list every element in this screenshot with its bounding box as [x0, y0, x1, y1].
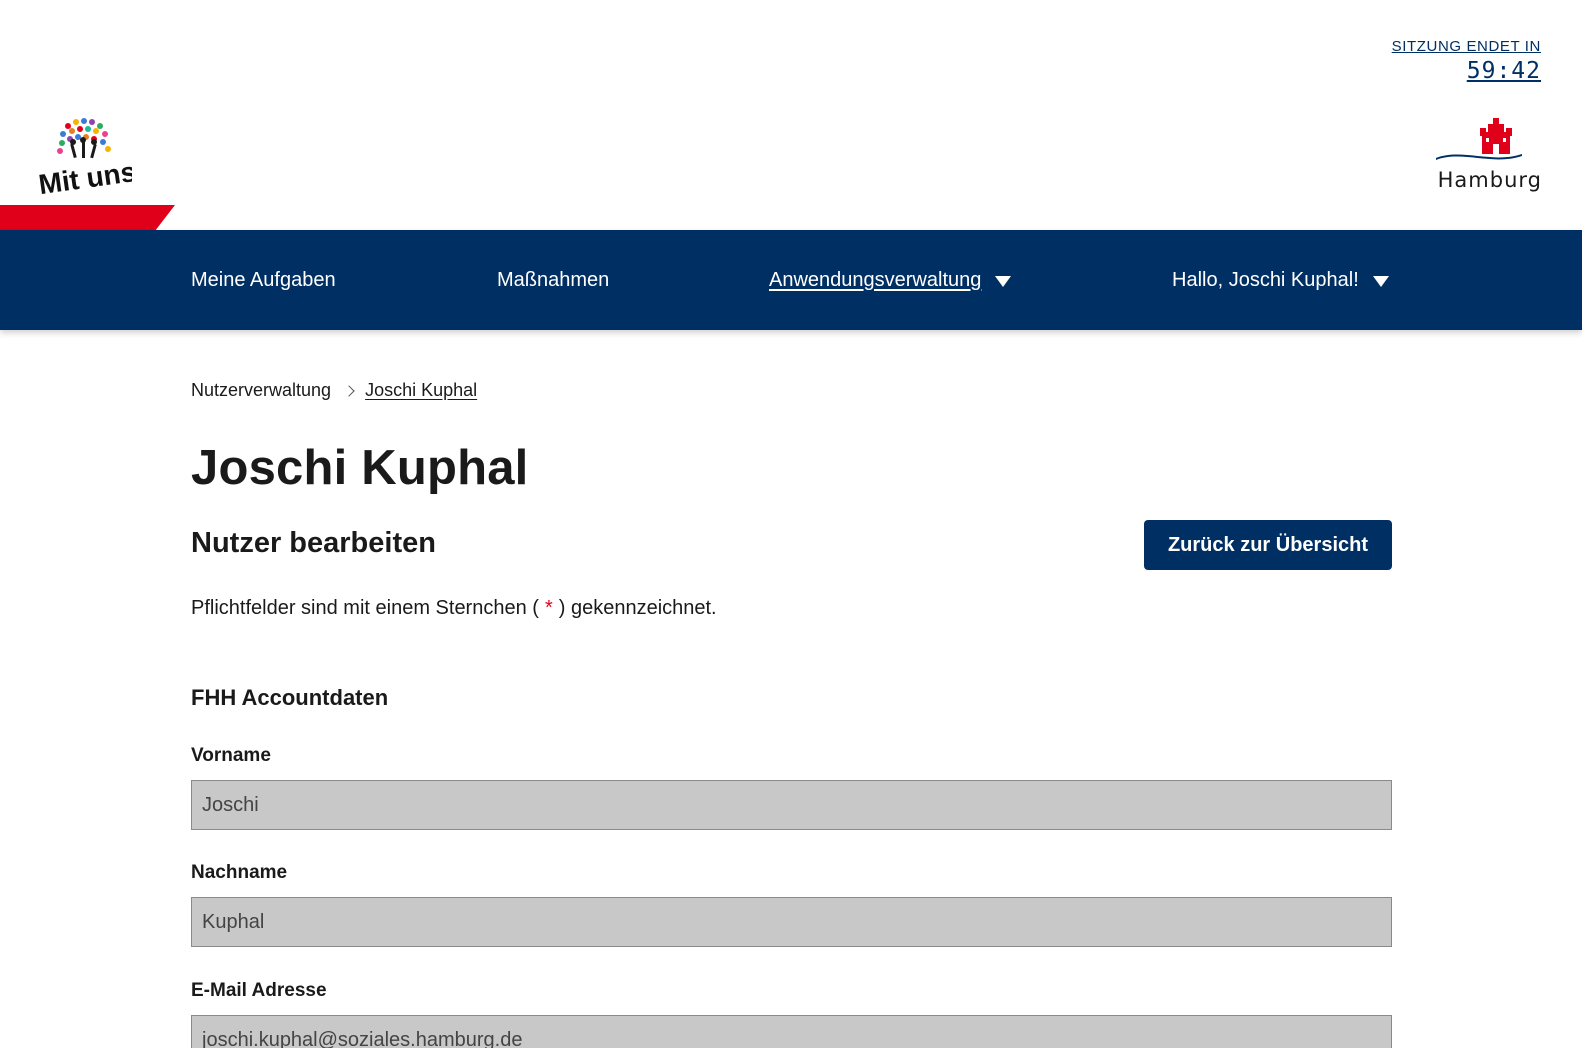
hamburg-logo[interactable]: Hamburg	[1432, 118, 1542, 192]
svg-text:Mit uns!: Mit uns!	[37, 155, 132, 194]
last-name-field[interactable]	[191, 897, 1392, 947]
breadcrumb: Nutzerverwaltung Joschi Kuphal	[191, 380, 477, 401]
back-to-overview-button[interactable]: Zurück zur Übersicht	[1144, 520, 1392, 570]
hamburg-castle-icon	[1436, 118, 1522, 160]
nav-item-anwendungsverwaltung[interactable]: Anwendungsverwaltung	[769, 230, 1012, 330]
main-navigation: Meine Aufgaben Maßnahmen Anwendungsverwa…	[0, 230, 1582, 330]
caret-down-icon	[995, 275, 1012, 287]
nav-item-user-menu[interactable]: Hallo, Joschi Kuphal!	[1172, 230, 1389, 330]
nav-item-meine-aufgaben[interactable]: Meine Aufgaben	[191, 230, 336, 330]
page: SITZUNG ENDET IN 59:42 Mit uns! Hamburg …	[0, 0, 1582, 1048]
first-name-label: Vorname	[191, 745, 271, 766]
nav-label: Anwendungsverwaltung	[769, 268, 982, 291]
nav-item-massnahmen[interactable]: Maßnahmen	[497, 230, 609, 330]
session-timer[interactable]: SITZUNG ENDET IN 59:42	[1392, 38, 1541, 84]
page-title: Joschi Kuphal	[191, 441, 529, 495]
breadcrumb-current[interactable]: Joschi Kuphal	[365, 380, 477, 401]
nav-label: Maßnahmen	[497, 268, 610, 291]
hamburg-logo-text: Hamburg	[1437, 168, 1542, 192]
mit-uns-logo[interactable]: Mit uns!	[36, 116, 147, 200]
session-label[interactable]: SITZUNG ENDET IN	[1392, 38, 1541, 55]
email-label: E-Mail Adresse	[191, 980, 327, 1001]
first-name-field[interactable]	[191, 780, 1392, 830]
last-name-label: Nachname	[191, 862, 288, 883]
caret-down-icon	[1372, 275, 1389, 287]
mit-uns-logo-graphic: Mit uns!	[37, 118, 147, 200]
fieldset-title: FHH Accountdaten	[191, 685, 389, 710]
nav-label: Hallo, Joschi Kuphal!	[1172, 268, 1359, 291]
breadcrumb-parent[interactable]: Nutzerverwaltung	[191, 380, 331, 401]
required-star: *	[544, 597, 553, 619]
required-note-text-before: Pflichtfelder sind mit einem Sternchen (	[191, 597, 539, 619]
section-title: Nutzer bearbeiten	[191, 527, 436, 559]
required-fields-note: Pflichtfelder sind mit einem Sternchen (…	[191, 597, 717, 620]
required-note-text-after: ) gekennzeichnet.	[558, 597, 717, 619]
chevron-right-icon	[343, 384, 355, 397]
nav-label: Meine Aufgaben	[191, 268, 336, 291]
session-time[interactable]: 59:42	[1467, 58, 1541, 84]
email-field[interactable]	[191, 1015, 1392, 1048]
